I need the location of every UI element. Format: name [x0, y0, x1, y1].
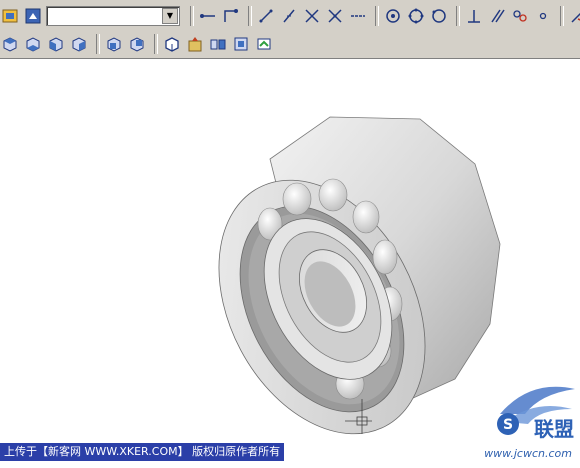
camera-icon[interactable] [254, 34, 274, 54]
arc-length-icon[interactable] [279, 6, 299, 26]
toolbar-row-views [0, 30, 277, 57]
ball [372, 239, 398, 275]
top-view-icon[interactable] [0, 34, 20, 54]
ne-iso-view-icon[interactable] [208, 34, 228, 54]
right-view-icon[interactable] [69, 34, 89, 54]
front-view-icon[interactable] [104, 34, 124, 54]
left-view-icon[interactable] [46, 34, 66, 54]
upload-watermark: 上传于【新客网 WWW.XKER.COM】 版权归原作者所有 [0, 443, 285, 461]
toolbar-separator [154, 33, 158, 54]
layer-previous-icon[interactable] [23, 6, 43, 26]
linear-dimension-icon[interactable] [221, 6, 241, 26]
chevron-down-icon[interactable]: ▼ [162, 7, 178, 24]
toolbar-row-layers-dimensions: ▼ [0, 2, 580, 29]
layer-dropdown[interactable]: ▼ [46, 5, 180, 26]
layer-manager-icon[interactable] [0, 6, 20, 26]
toolbar-separator [560, 5, 564, 26]
back-view-icon[interactable] [127, 34, 147, 54]
site-logo-brand: 联盟 [534, 417, 574, 441]
point-icon[interactable] [533, 6, 553, 26]
leader-icon[interactable] [510, 6, 530, 26]
svg-text:S: S [503, 417, 513, 433]
toolbar-separator [248, 5, 252, 26]
ball [282, 182, 312, 216]
center-mark-icon[interactable] [464, 6, 484, 26]
drawing-canvas[interactable]: 上传于【新客网 WWW.XKER.COM】 版权归原作者所有 S 联盟 www.… [0, 59, 580, 464]
toolbar-separator [456, 5, 460, 26]
diameter-dimension-icon[interactable] [348, 6, 368, 26]
toolbar-separator [375, 5, 379, 26]
tolerance-icon[interactable] [487, 6, 507, 26]
site-logo-url[interactable]: www.jcwcn.com [484, 447, 572, 460]
nw-iso-view-icon[interactable] [231, 34, 251, 54]
cad-toolbar-area: ▼ [0, 0, 580, 59]
toolbar-separator [96, 33, 100, 54]
bottom-view-icon[interactable] [23, 34, 43, 54]
sw-iso-view-icon[interactable] [162, 34, 182, 54]
quick-dimension-icon[interactable] [198, 6, 218, 26]
toolbar-separator [190, 5, 194, 26]
site-logo: S 联盟 www.jcwcn.com [480, 374, 580, 464]
aligned-dimension-icon[interactable] [256, 6, 276, 26]
ordinate-dimension-icon[interactable] [302, 6, 322, 26]
continue-dimension-icon[interactable] [429, 6, 449, 26]
ball [318, 178, 348, 212]
ball [352, 200, 380, 234]
baseline-dimension-icon[interactable] [406, 6, 426, 26]
dimension-edit-icon[interactable] [568, 6, 580, 26]
se-iso-view-icon[interactable] [185, 34, 205, 54]
angular-dimension-icon[interactable] [383, 6, 403, 26]
radius-dimension-icon[interactable] [325, 6, 345, 26]
